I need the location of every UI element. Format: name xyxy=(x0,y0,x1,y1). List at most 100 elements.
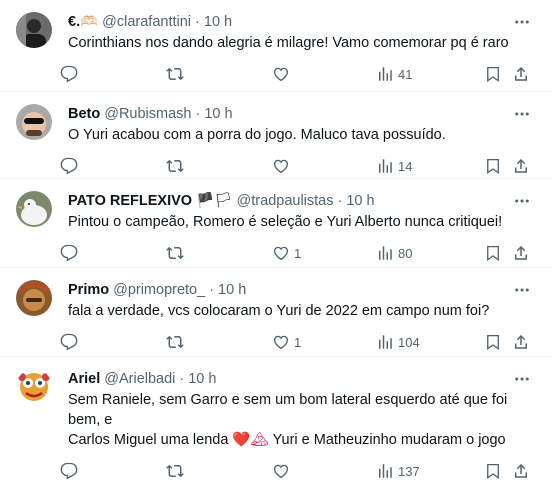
views-button[interactable]: 14 xyxy=(376,157,412,175)
reply-button[interactable] xyxy=(60,244,82,262)
tweet-text: Sem Raniele, sem Garro e sem um bom late… xyxy=(68,390,536,450)
share-icon xyxy=(515,245,527,260)
display-name[interactable]: Ariel xyxy=(68,369,100,389)
more-icon[interactable] xyxy=(512,191,532,211)
retweet-button[interactable] xyxy=(166,244,188,262)
tweet-text: fala a verdade, vcs colocaram o Yuri de … xyxy=(68,303,490,319)
tweet-text: O Yuri acabou com a porra do jogo. Maluc… xyxy=(68,127,446,143)
retweet-icon xyxy=(166,159,184,173)
view-count: 80 xyxy=(398,245,413,261)
avatar[interactable] xyxy=(16,369,52,405)
like-icon xyxy=(273,67,289,82)
timestamp[interactable]: 10 h xyxy=(204,12,232,32)
retweet-button[interactable] xyxy=(166,65,188,83)
reply-button[interactable] xyxy=(60,157,82,175)
avatar[interactable] xyxy=(16,191,52,227)
separator-dot: · xyxy=(179,371,185,387)
share-button[interactable] xyxy=(512,65,530,83)
like-button[interactable]: 1 xyxy=(272,244,301,262)
avatar[interactable] xyxy=(16,280,52,316)
bookmark-button[interactable] xyxy=(484,157,502,175)
separator-dot: · xyxy=(195,106,201,122)
timestamp[interactable]: 10 h xyxy=(188,369,216,389)
user-handle[interactable]: @clarafanttini xyxy=(102,12,191,32)
like-icon xyxy=(273,246,289,261)
reply-button[interactable] xyxy=(60,462,82,480)
tweet-header: Primo @primopreto_ · 10 h xyxy=(68,280,536,300)
display-name[interactable]: PATO REFLEXIVO xyxy=(68,191,192,211)
like-button[interactable]: 1 xyxy=(272,333,301,351)
user-handle[interactable]: @primopreto_ xyxy=(113,280,205,300)
bookmark-icon xyxy=(487,66,499,83)
share-button[interactable] xyxy=(512,333,530,351)
bookmark-button[interactable] xyxy=(484,65,502,83)
retweet-button[interactable] xyxy=(166,462,188,480)
tweet-text-line: Carlos Miguel uma lenda ❤️🏔 Yuri e Mathe… xyxy=(68,430,536,450)
reply-icon xyxy=(60,462,78,480)
reply-icon xyxy=(60,244,78,262)
user-handle[interactable]: @Rubismash xyxy=(104,104,191,124)
tweet-header: PATO REFLEXIVO 🏴🏳 @tradpaulistas · 10 h xyxy=(68,191,536,211)
more-icon[interactable] xyxy=(512,280,532,300)
tweet-actions: 1 104 xyxy=(60,326,536,360)
share-button[interactable] xyxy=(512,244,530,262)
retweet-icon xyxy=(166,246,184,260)
timestamp[interactable]: 10 h xyxy=(346,191,374,211)
retweet-button[interactable] xyxy=(166,157,188,175)
reply-feed: €.🫶🏻 @clarafanttini · 10 h Corinthians n… xyxy=(0,0,552,480)
avatar[interactable] xyxy=(16,104,52,140)
tweet-text-segment: Yuri e Matheuzinho mudaram o jogo xyxy=(272,432,506,448)
like-count: 1 xyxy=(294,334,302,350)
views-button[interactable]: 104 xyxy=(376,333,420,351)
more-icon[interactable] xyxy=(512,12,532,32)
bookmark-button[interactable] xyxy=(484,462,502,480)
separator-dot: · xyxy=(195,14,200,30)
display-name[interactable]: Beto xyxy=(68,104,100,124)
reply-button[interactable] xyxy=(60,65,82,83)
display-name[interactable]: Primo xyxy=(68,280,109,300)
retweet-icon xyxy=(166,335,184,349)
tweet[interactable]: Beto @Rubismash · 10 h O Yuri acabou com… xyxy=(0,92,552,179)
tweet-actions: 137 xyxy=(60,455,536,489)
heart-mountain-emoji: ❤️🏔 xyxy=(232,432,269,448)
share-button[interactable] xyxy=(512,462,530,480)
views-button[interactable]: 41 xyxy=(376,65,412,83)
display-name[interactable]: €.🫶🏻 xyxy=(68,12,98,32)
reply-button[interactable] xyxy=(60,333,82,351)
more-icon[interactable] xyxy=(512,104,532,124)
like-count: 1 xyxy=(294,245,302,261)
view-count: 41 xyxy=(398,66,413,82)
view-count: 14 xyxy=(398,158,413,174)
tweet-actions: 41 xyxy=(60,58,536,92)
bookmark-button[interactable] xyxy=(484,244,502,262)
retweet-icon xyxy=(166,67,184,81)
separator-dot: · xyxy=(337,193,343,209)
views-icon xyxy=(379,67,392,81)
like-button[interactable] xyxy=(272,157,294,175)
timestamp[interactable]: 10 h xyxy=(218,280,246,300)
avatar[interactable] xyxy=(16,12,52,48)
tweet[interactable]: PATO REFLEXIVO 🏴🏳 @tradpaulistas · 10 h … xyxy=(0,179,552,268)
tweet[interactable]: €.🫶🏻 @clarafanttini · 10 h Corinthians n… xyxy=(0,0,552,92)
like-button[interactable] xyxy=(272,462,294,480)
flag-emoji: 🏴🏳 xyxy=(196,193,233,209)
bookmark-icon xyxy=(487,158,499,175)
views-button[interactable]: 137 xyxy=(376,462,420,480)
user-handle[interactable]: @tradpaulistas xyxy=(237,191,334,211)
tweet[interactable]: Primo @primopreto_ · 10 h fala a verdade… xyxy=(0,268,552,357)
like-button[interactable] xyxy=(272,65,294,83)
retweet-icon xyxy=(166,464,184,478)
bookmark-button[interactable] xyxy=(484,333,502,351)
views-button[interactable]: 80 xyxy=(376,244,412,262)
view-count: 137 xyxy=(398,463,420,479)
tweet-text: Pintou o campeão, Romero é seleção e Yur… xyxy=(68,214,503,230)
retweet-button[interactable] xyxy=(166,333,188,351)
user-handle[interactable]: @Arielbadi xyxy=(104,369,175,389)
tweet-text-line: Sem Raniele, sem Garro e sem um bom late… xyxy=(68,392,508,428)
tweet[interactable]: Ariel @Arielbadi · 10 h Sem Raniele, sem… xyxy=(0,357,552,480)
reply-icon xyxy=(60,157,78,175)
share-button[interactable] xyxy=(512,157,530,175)
like-icon xyxy=(273,159,289,174)
more-icon[interactable] xyxy=(512,369,532,389)
timestamp[interactable]: 10 h xyxy=(204,104,232,124)
